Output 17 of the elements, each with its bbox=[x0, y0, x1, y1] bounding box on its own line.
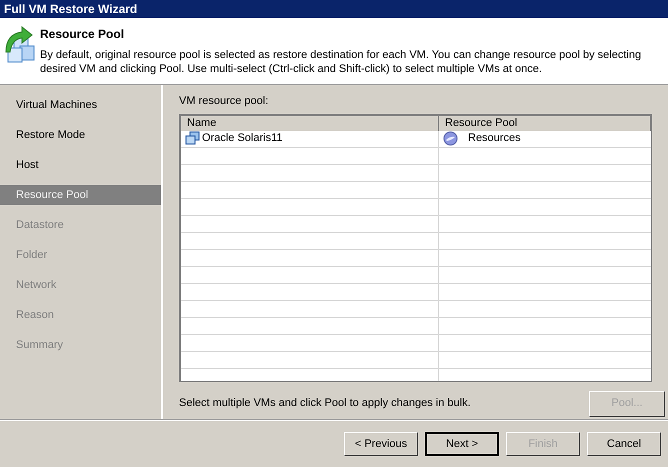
hint-text: Select multiple VMs and click Pool to apply changes in bulk. bbox=[179, 396, 471, 412]
column-header[interactable]: Name bbox=[181, 116, 439, 130]
page-description: By default, original resource pool is selected as restore destination for each VM. You can change resource pool by selecting desired VM and clicking Pool. Use multi-select (Ctrl-click and Shift-click) to select multiple VMs at once. bbox=[40, 48, 642, 76]
table-cell: Resources bbox=[439, 130, 651, 146]
vm-icon bbox=[185, 131, 200, 146]
wizard-button[interactable]: Cancel bbox=[587, 432, 661, 456]
wizard-button[interactable]: Next > bbox=[425, 432, 499, 456]
table-cell: Oracle Solaris11 bbox=[181, 130, 439, 146]
pool-icon bbox=[443, 131, 458, 146]
wizard-button[interactable]: < Previous bbox=[344, 432, 418, 456]
step-item[interactable]: Host bbox=[0, 155, 161, 175]
page-title: Resource Pool bbox=[40, 26, 126, 43]
step-item[interactable]: Restore Mode bbox=[0, 125, 161, 145]
column-header[interactable]: Resource Pool bbox=[439, 116, 651, 130]
step-item[interactable]: Virtual Machines bbox=[0, 95, 161, 115]
window-title: Full VM Restore Wizard bbox=[0, 0, 668, 18]
table-label: VM resource pool: bbox=[179, 94, 270, 109]
